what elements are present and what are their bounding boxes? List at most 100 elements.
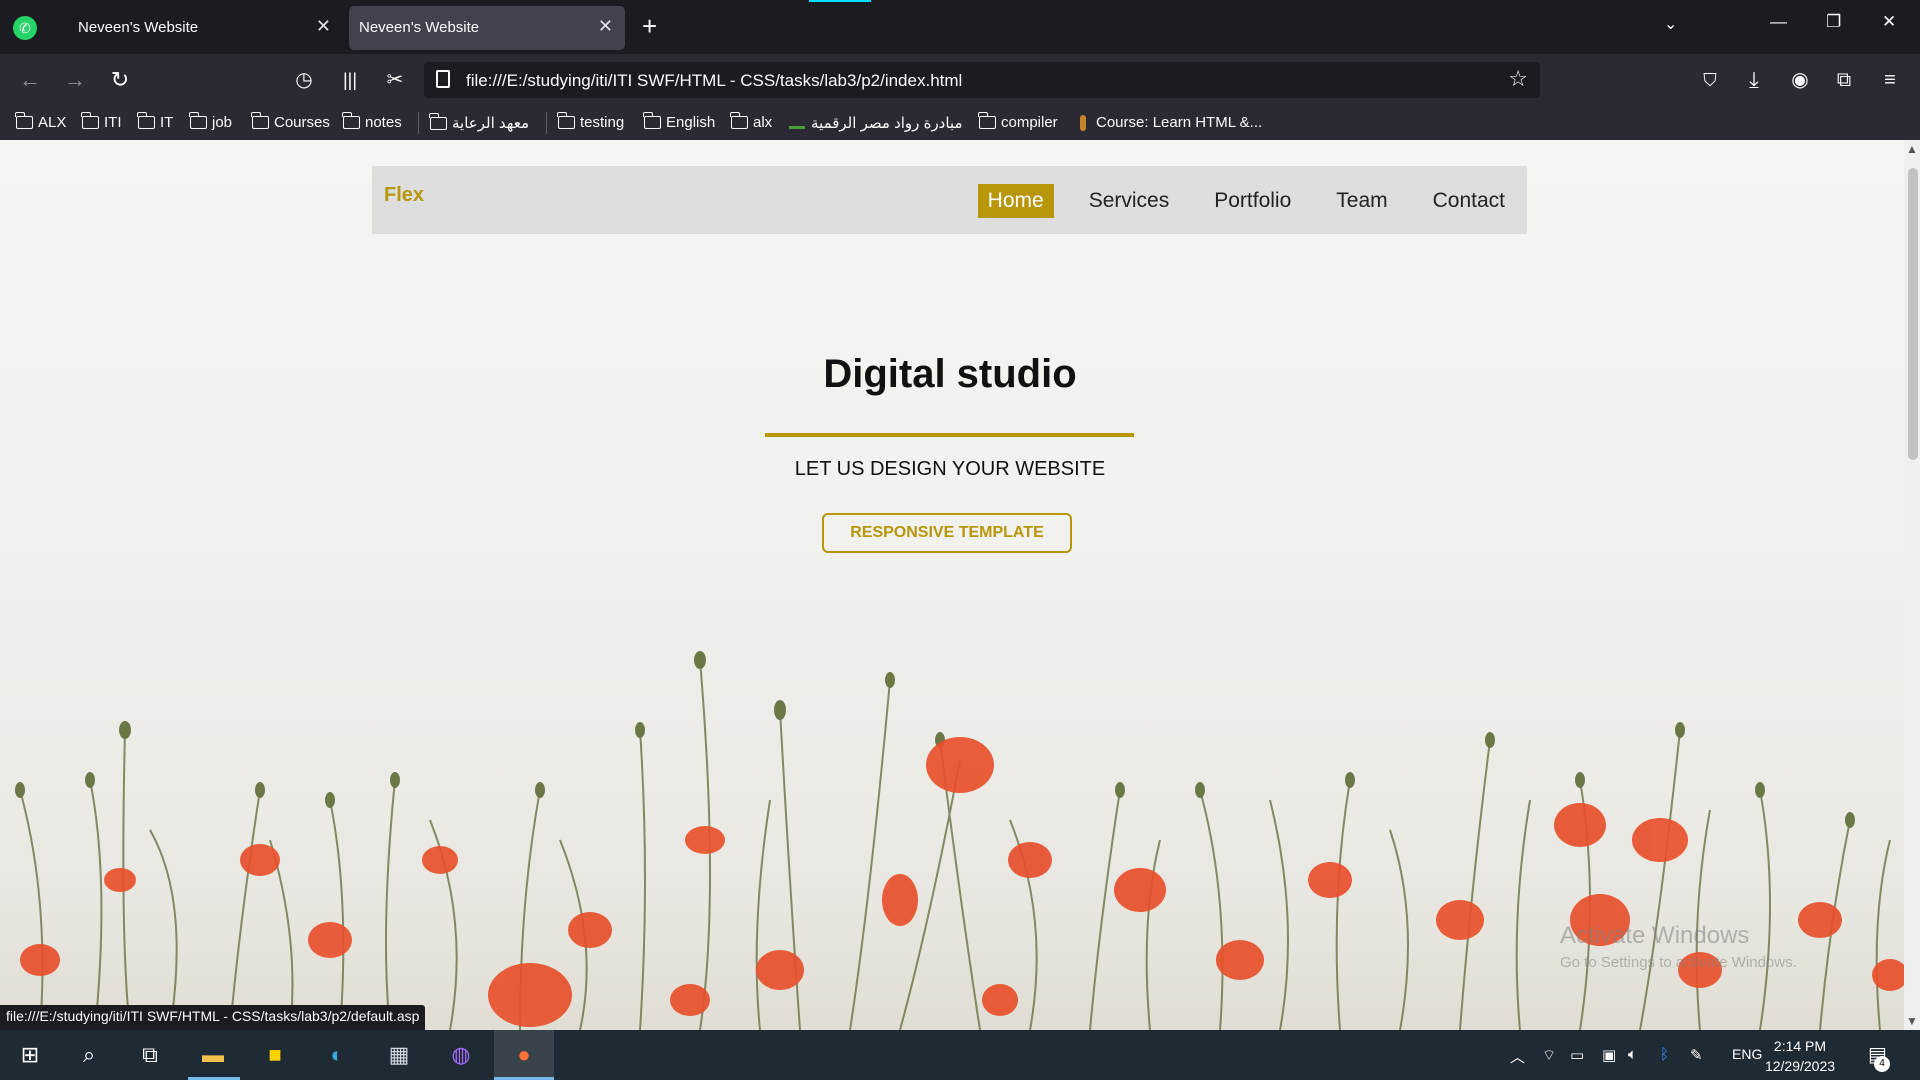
menu-home[interactable]: Home bbox=[977, 184, 1054, 218]
volume-icon[interactable]: 🔈︎ bbox=[1628, 1046, 1637, 1063]
list-tabs-chevron-icon[interactable]: ⌄ bbox=[1664, 14, 1677, 34]
system-clock[interactable]: 2:14 PM 12/29/2023 bbox=[1760, 1036, 1840, 1076]
bookmark-separator bbox=[546, 112, 547, 134]
bookmark-label: alx bbox=[753, 114, 773, 131]
bookmark-label: ITI bbox=[104, 114, 122, 131]
pocket-icon[interactable]: ⛉ bbox=[1696, 66, 1724, 94]
tab-title: Neveen's Website bbox=[359, 19, 480, 36]
bookmark-folder-iti[interactable]: ITI bbox=[81, 112, 122, 131]
search-icon[interactable]: ⌕ bbox=[74, 1040, 104, 1070]
poppy-field-background bbox=[0, 620, 1904, 1030]
bookmark-folder-courses[interactable]: Courses bbox=[251, 112, 330, 131]
url-bar[interactable]: file:///E:/studying/iti/ITI SWF/HTML - C… bbox=[424, 62, 1540, 98]
bookmark-label: IT bbox=[160, 114, 174, 131]
menu-portfolio[interactable]: Portfolio bbox=[1204, 184, 1301, 218]
notification-count-badge: 4 bbox=[1874, 1056, 1890, 1072]
page-icon bbox=[436, 70, 450, 88]
sticky-notes-icon[interactable]: ■ bbox=[260, 1040, 290, 1070]
bookmark-label: Course: Learn HTML &... bbox=[1096, 114, 1263, 131]
bookmark-label: English bbox=[666, 114, 716, 131]
screenshot-icon[interactable]: ✂ bbox=[381, 66, 409, 94]
menu-services[interactable]: Services bbox=[1079, 184, 1180, 218]
bookmark-folder-it[interactable]: IT bbox=[137, 112, 174, 131]
close-tab-icon[interactable]: ✕ bbox=[316, 16, 331, 37]
file-explorer-icon[interactable]: ▬ bbox=[198, 1040, 228, 1070]
history-clock-icon[interactable]: ◷ bbox=[290, 66, 318, 94]
tab-neveens-website-2[interactable]: Neveen's Website ✕ bbox=[349, 6, 625, 50]
language-indicator[interactable]: ENG bbox=[1732, 1046, 1762, 1062]
task-view-icon[interactable]: ⧉ bbox=[135, 1040, 165, 1070]
bookmark-folder-alx-2[interactable]: alx bbox=[730, 112, 773, 131]
windows-taskbar: ⊞ ⌕ ⧉ ▬ ■ ◐ ▦ ◍ ● ︿ ⌔ ▭ ▣ 🔈︎ ᛒ ✎ ENG 2:1… bbox=[0, 1030, 1920, 1080]
folder-icon bbox=[978, 112, 996, 129]
bookmark-link-arabic-2[interactable]: مبادرة رواد مصر الرقمية bbox=[789, 114, 963, 132]
link-status-bar: file:///E:/studying/iti/ITI SWF/HTML - C… bbox=[0, 1005, 426, 1030]
bookmark-folder-alx[interactable]: ALX bbox=[15, 112, 67, 131]
bookmark-folder-job[interactable]: job bbox=[189, 112, 232, 131]
menu-team[interactable]: Team bbox=[1326, 184, 1397, 218]
page-scrollbar[interactable]: ▲ ▼ bbox=[1904, 140, 1920, 1030]
download-icon[interactable]: ⤓ bbox=[1740, 66, 1768, 94]
windows-start-icon[interactable]: ⊞ bbox=[15, 1040, 45, 1070]
folder-icon bbox=[81, 112, 99, 129]
tab-indicator bbox=[809, 0, 871, 2]
show-hidden-icons-chevron-icon[interactable]: ︿ bbox=[1510, 1046, 1525, 1067]
folder-icon bbox=[137, 112, 155, 129]
activate-windows-watermark: Activate Windows bbox=[1560, 922, 1750, 949]
bookmark-label: compiler bbox=[1001, 114, 1058, 131]
edge-browser-icon[interactable]: ◐ bbox=[322, 1040, 352, 1070]
bookmark-folder-english[interactable]: English bbox=[643, 112, 716, 131]
extensions-puzzle-icon[interactable]: ⧉ bbox=[1830, 66, 1858, 94]
tab-strip: ✆ Neveen's Website ✕ Neveen's Website ✕ … bbox=[0, 0, 1920, 54]
calculator-icon[interactable]: ▦ bbox=[384, 1040, 414, 1070]
bookmark-folder-notes[interactable]: notes bbox=[342, 112, 402, 131]
reload-icon[interactable]: ↻ bbox=[106, 66, 134, 94]
bluetooth-icon[interactable]: ᛒ bbox=[1660, 1046, 1669, 1063]
scroll-thumb[interactable] bbox=[1908, 168, 1918, 460]
site-favicon-icon bbox=[789, 117, 805, 129]
scroll-up-arrow-icon[interactable]: ▲ bbox=[1906, 142, 1918, 156]
folder-icon bbox=[643, 112, 661, 129]
firefox-icon[interactable]: ● bbox=[509, 1040, 539, 1070]
library-icon[interactable]: ||| bbox=[336, 66, 364, 94]
hero-title: Digital studio bbox=[823, 352, 1077, 396]
wifi-icon[interactable]: ⌔ bbox=[1542, 1046, 1556, 1065]
navigation-toolbar: ← → ↻ ◷ ||| ✂ file:///E:/studying/iti/IT… bbox=[0, 54, 1920, 106]
folder-icon bbox=[342, 112, 360, 129]
restore-icon[interactable]: ❐ bbox=[1826, 12, 1841, 32]
back-arrow-icon[interactable]: ← bbox=[16, 66, 44, 94]
hero-divider bbox=[765, 433, 1134, 437]
bookmark-label: testing bbox=[580, 114, 625, 131]
bookmark-folder-compiler[interactable]: compiler bbox=[978, 112, 1058, 131]
bookmark-folder-arabic-1[interactable]: معهد الرعاية bbox=[429, 112, 529, 132]
pen-workspace-icon[interactable]: ✎ bbox=[1690, 1046, 1703, 1064]
hero-subtitle: LET US DESIGN YOUR WEBSITE bbox=[794, 458, 1106, 480]
menu-hamburger-icon[interactable]: ≡ bbox=[1876, 66, 1904, 94]
url-text[interactable]: file:///E:/studying/iti/ITI SWF/HTML - C… bbox=[466, 71, 962, 91]
meet-now-icon[interactable]: ▣ bbox=[1602, 1046, 1616, 1064]
bookmark-star-icon[interactable]: ☆ bbox=[1508, 66, 1528, 92]
bookmark-label: notes bbox=[365, 114, 402, 131]
messenger-icon[interactable]: ◍ bbox=[446, 1040, 476, 1070]
menu-contact[interactable]: Contact bbox=[1423, 184, 1515, 218]
new-tab-button[interactable]: + bbox=[642, 11, 657, 41]
activate-windows-hint: Go to Settings to activate Windows. bbox=[1560, 954, 1797, 971]
folder-icon bbox=[730, 112, 748, 129]
tab-neveens-website-1[interactable]: Neveen's Website ✕ bbox=[68, 6, 343, 50]
bookmark-folder-testing[interactable]: testing bbox=[557, 112, 625, 131]
account-icon[interactable]: ◉ bbox=[1786, 66, 1814, 94]
forward-arrow-icon[interactable]: → bbox=[61, 66, 89, 94]
minimize-icon[interactable]: — bbox=[1770, 12, 1787, 32]
brand-logo[interactable]: Flex bbox=[384, 184, 424, 207]
close-tab-icon[interactable]: ✕ bbox=[598, 16, 613, 37]
whatsapp-icon[interactable]: ✆ bbox=[13, 16, 37, 40]
battery-icon[interactable]: ▭ bbox=[1570, 1046, 1584, 1064]
folder-icon bbox=[429, 112, 447, 130]
bookmark-label: معهد الرعاية bbox=[452, 115, 529, 132]
bookmark-label: ALX bbox=[38, 114, 67, 131]
bookmark-link-course[interactable]: Course: Learn HTML &... bbox=[1080, 114, 1262, 131]
window-close-icon[interactable]: ✕ bbox=[1882, 12, 1896, 32]
responsive-template-button[interactable]: RESPONSIVE TEMPLATE bbox=[822, 513, 1072, 553]
scroll-down-arrow-icon[interactable]: ▼ bbox=[1906, 1014, 1918, 1028]
site-menu: Home Services Portfolio Team Contact bbox=[977, 184, 1527, 218]
